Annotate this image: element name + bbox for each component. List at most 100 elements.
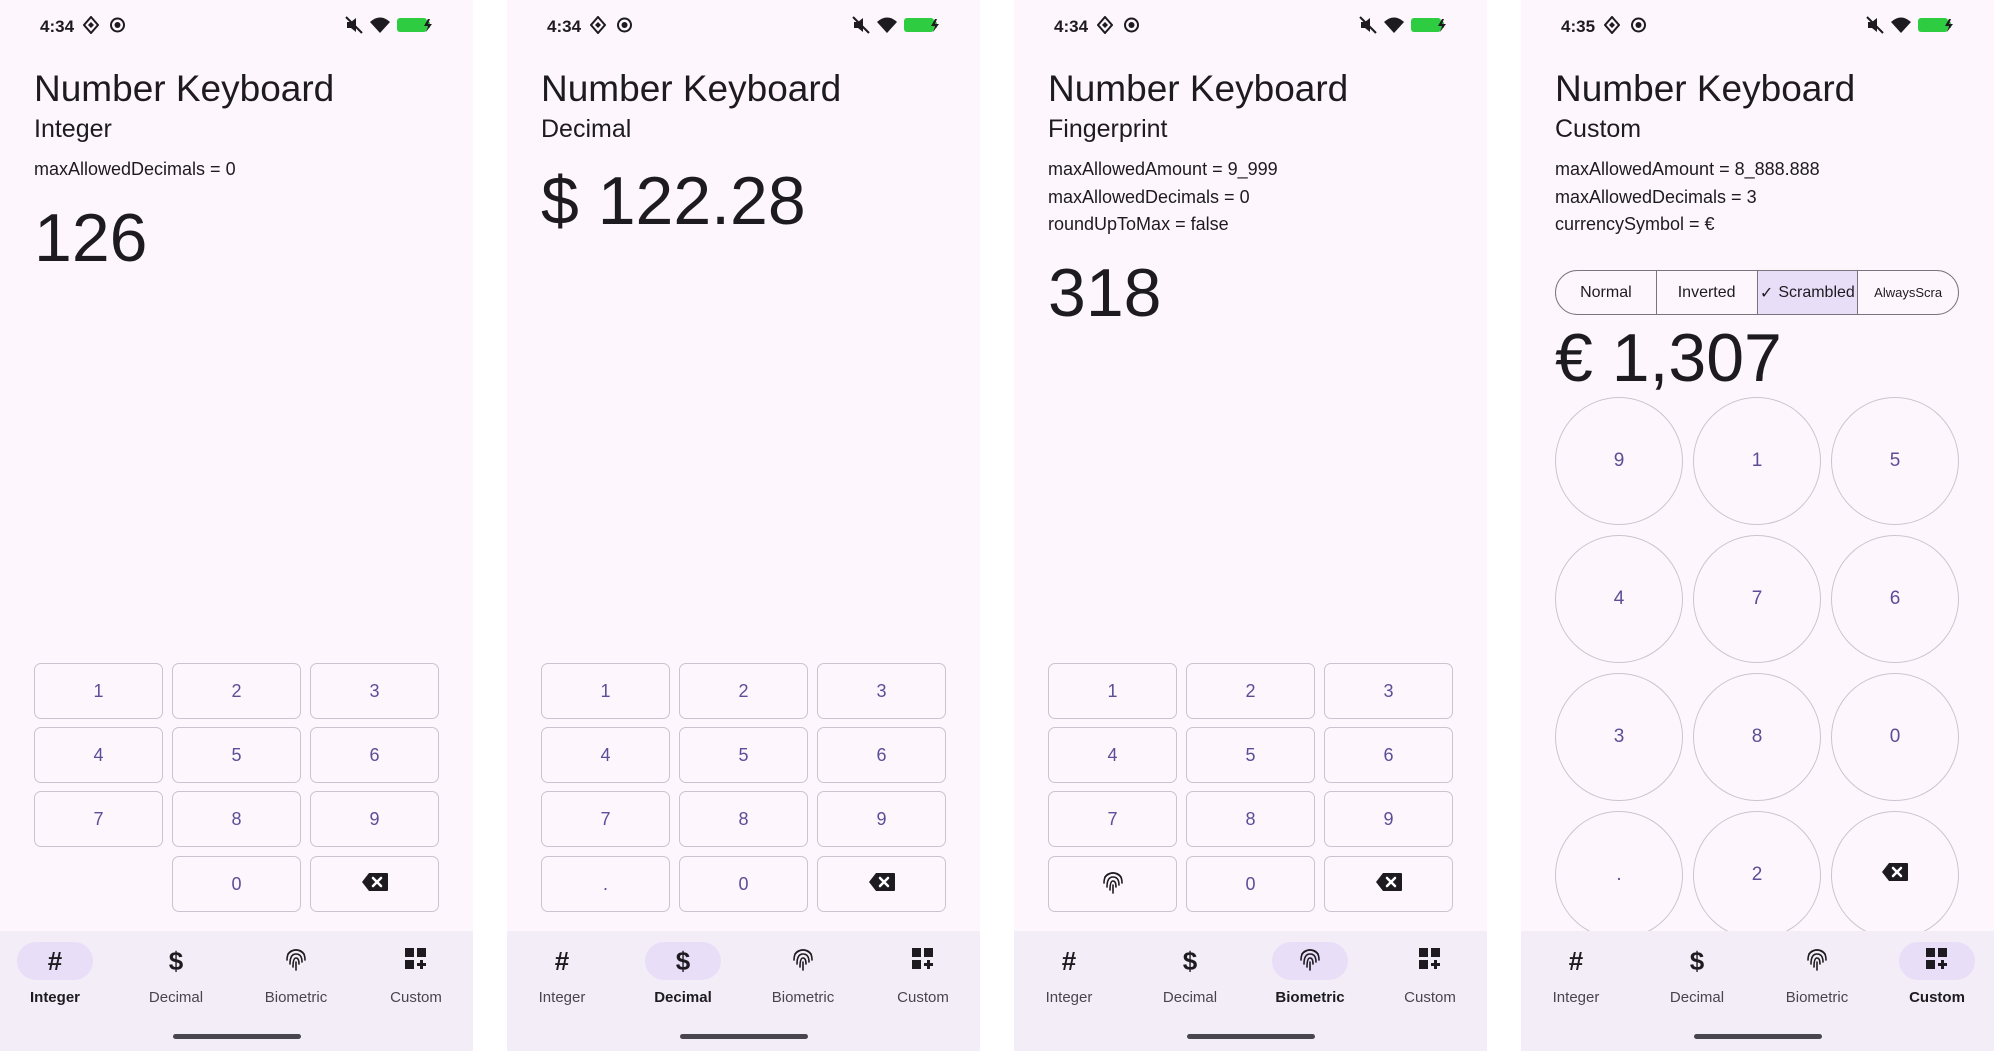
param-line: maxAllowedAmount = 9_999 <box>1048 159 1278 179</box>
key-0[interactable]: 0 <box>172 856 301 912</box>
key-9[interactable]: 9 <box>1555 397 1683 525</box>
key-3[interactable]: 3 <box>310 663 439 719</box>
nav-item-integer[interactable]: # Integer <box>1014 942 1129 1012</box>
key-decimal-point[interactable]: . <box>541 856 670 912</box>
key-4[interactable]: 4 <box>34 727 163 783</box>
nav-item-custom[interactable]: Custom <box>356 942 473 1012</box>
nav-item-decimal[interactable]: $ Decimal <box>623 942 743 1012</box>
key-7[interactable]: 7 <box>34 791 163 847</box>
segment-scrambled[interactable]: ✓ Scrambled <box>1757 271 1859 314</box>
segment-label: Scrambled <box>1778 283 1855 301</box>
key-4[interactable]: 4 <box>1048 727 1177 783</box>
key-2[interactable]: 2 <box>1693 811 1821 939</box>
nav-item-biometric[interactable]: Biometric <box>743 942 863 1012</box>
nav-label: Custom <box>897 989 949 1006</box>
key-7[interactable]: 7 <box>541 791 670 847</box>
nav-item-integer[interactable]: # Integer <box>507 942 622 1012</box>
key-8[interactable]: 8 <box>679 791 808 847</box>
key-2[interactable]: 2 <box>1186 663 1315 719</box>
wifi-icon <box>876 16 898 34</box>
status-time: 4:34 <box>1054 17 1089 36</box>
nav-item-decimal[interactable]: $ Decimal <box>1637 942 1757 1012</box>
key-8[interactable]: 8 <box>1693 673 1821 801</box>
segment-always-scrambled[interactable]: AlwaysScra <box>1858 271 1958 314</box>
nav-item-biometric[interactable]: Biometric <box>1250 942 1370 1012</box>
home-indicator[interactable] <box>680 1034 808 1039</box>
key-7[interactable]: 7 <box>1048 791 1177 847</box>
fingerprint-button[interactable] <box>1048 856 1177 912</box>
nav-label: Decimal <box>1162 989 1218 1006</box>
number-keypad: 1 2 3 4 5 6 7 8 9 . 0 <box>541 663 946 913</box>
key-6[interactable]: 6 <box>817 727 946 783</box>
key-9[interactable]: 9 <box>817 791 946 847</box>
record-icon <box>1630 16 1647 34</box>
hash-icon: # <box>1061 946 1077 976</box>
nav-item-custom[interactable]: Custom <box>863 942 980 1012</box>
dashboard-add-icon <box>1418 947 1442 976</box>
backspace-button[interactable] <box>1324 856 1453 912</box>
nav-item-biometric[interactable]: Biometric <box>236 942 356 1012</box>
param-line: maxAllowedAmount = 8_888.888 <box>1555 159 1820 179</box>
key-2[interactable]: 2 <box>172 663 301 719</box>
key-6[interactable]: 6 <box>1324 727 1453 783</box>
nav-label: Integer <box>29 989 80 1006</box>
nav-item-integer[interactable]: # Integer <box>0 942 115 1012</box>
status-bar: 4:34 <box>507 0 980 52</box>
backspace-icon <box>1375 872 1403 897</box>
fingerprint-icon <box>1101 869 1125 900</box>
nav-label: Integer <box>1045 989 1093 1006</box>
segment-inverted[interactable]: Inverted <box>1657 271 1758 314</box>
key-3[interactable]: 3 <box>1324 663 1453 719</box>
key-7[interactable]: 7 <box>1693 535 1821 663</box>
params-list: maxAllowedDecimals = 0 <box>34 156 236 184</box>
key-0[interactable]: 0 <box>1831 673 1959 801</box>
nav-item-biometric[interactable]: Biometric <box>1757 942 1877 1012</box>
key-4[interactable]: 4 <box>1555 535 1683 663</box>
dollar-icon: $ <box>1182 946 1198 976</box>
backspace-button[interactable] <box>817 856 946 912</box>
key-9[interactable]: 9 <box>1324 791 1453 847</box>
screen-fingerprint: 4:34 Number Keyboard Fingerprint maxAllo… <box>1014 0 1487 1051</box>
amount-display: 126 <box>34 200 148 276</box>
key-3[interactable]: 3 <box>817 663 946 719</box>
key-5[interactable]: 5 <box>1186 727 1315 783</box>
key-1[interactable]: 1 <box>541 663 670 719</box>
key-3[interactable]: 3 <box>1555 673 1683 801</box>
amount-display: $ 122.28 <box>541 163 806 239</box>
key-5[interactable]: 5 <box>172 727 301 783</box>
amount-display: 318 <box>1048 255 1162 331</box>
screen-integer: 4:34 Number Keyboard Integer maxAllowedD… <box>0 0 473 1051</box>
backspace-button[interactable] <box>1831 811 1959 939</box>
record-icon <box>109 16 126 34</box>
key-0[interactable]: 0 <box>679 856 808 912</box>
key-decimal-point[interactable]: . <box>1555 811 1683 939</box>
battery-icon <box>1411 16 1448 34</box>
dashboard-add-icon <box>1925 947 1949 976</box>
key-6[interactable]: 6 <box>310 727 439 783</box>
nav-item-decimal[interactable]: $ Decimal <box>116 942 236 1012</box>
key-9[interactable]: 9 <box>310 791 439 847</box>
home-indicator[interactable] <box>1187 1034 1315 1039</box>
wifi-icon <box>1890 16 1912 34</box>
key-0[interactable]: 0 <box>1186 856 1315 912</box>
key-5[interactable]: 5 <box>679 727 808 783</box>
backspace-button[interactable] <box>310 856 439 912</box>
key-6[interactable]: 6 <box>1831 535 1959 663</box>
key-4[interactable]: 4 <box>541 727 670 783</box>
status-bar: 4:34 <box>1014 0 1487 52</box>
key-5[interactable]: 5 <box>1831 397 1959 525</box>
keyboard-mode-segmented-control: Normal Inverted ✓ Scrambled AlwaysScra <box>1555 270 1959 315</box>
nav-item-custom[interactable]: Custom <box>1370 942 1487 1012</box>
nav-item-integer[interactable]: # Integer <box>1521 942 1636 1012</box>
key-1[interactable]: 1 <box>1048 663 1177 719</box>
key-1[interactable]: 1 <box>34 663 163 719</box>
key-8[interactable]: 8 <box>1186 791 1315 847</box>
key-8[interactable]: 8 <box>172 791 301 847</box>
home-indicator[interactable] <box>1694 1034 1822 1039</box>
key-1[interactable]: 1 <box>1693 397 1821 525</box>
nav-item-decimal[interactable]: $ Decimal <box>1130 942 1250 1012</box>
nav-item-custom[interactable]: Custom <box>1877 942 1994 1012</box>
home-indicator[interactable] <box>173 1034 301 1039</box>
key-2[interactable]: 2 <box>679 663 808 719</box>
segment-normal[interactable]: Normal <box>1556 271 1657 314</box>
